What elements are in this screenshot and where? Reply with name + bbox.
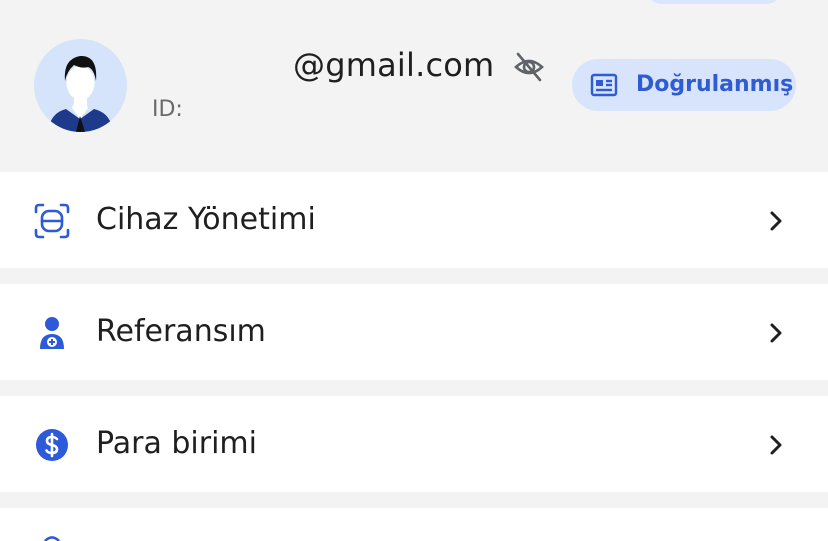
eye-off-icon xyxy=(514,52,544,82)
menu-item-device-management[interactable]: Cihaz Yönetimi xyxy=(0,172,828,268)
profile-header: @gmail.com ID: Doğrulanmış xyxy=(0,0,828,172)
user-id-label: ID: xyxy=(152,97,183,122)
menu-item-label: Para birimi xyxy=(96,426,257,461)
referral-user-add-icon xyxy=(40,317,64,349)
chevron-right-icon xyxy=(770,323,782,343)
device-management-icon xyxy=(34,203,70,239)
menu-item-icon-partial xyxy=(44,536,60,541)
menu-item-partial[interactable] xyxy=(0,508,828,541)
verified-label: Doğrulanmış xyxy=(636,72,794,97)
chevron-right-icon xyxy=(770,435,782,455)
toggle-email-visibility-button[interactable] xyxy=(512,50,546,84)
avatar xyxy=(34,39,127,132)
email-address: @gmail.com xyxy=(293,46,495,84)
menu-item-label: Referansım xyxy=(96,314,266,349)
id-card-icon xyxy=(590,73,618,97)
menu-item-referral[interactable]: Referansım xyxy=(0,284,828,380)
menu-item-currency[interactable]: Para birimi xyxy=(0,396,828,492)
verified-badge[interactable]: Doğrulanmış xyxy=(572,59,796,111)
menu-item-label: Cihaz Yönetimi xyxy=(96,202,316,237)
chevron-right-icon xyxy=(770,211,782,231)
dollar-coin-icon xyxy=(36,429,68,461)
